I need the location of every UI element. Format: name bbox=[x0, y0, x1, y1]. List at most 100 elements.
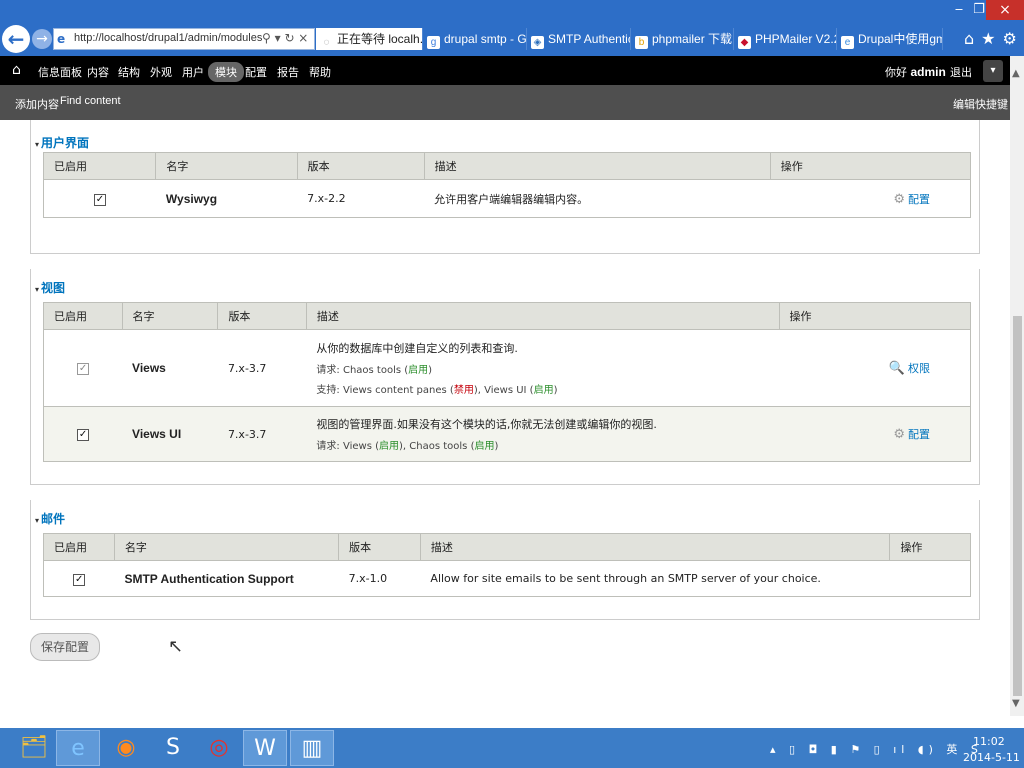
collapse-triangle-icon[interactable]: ▾ bbox=[35, 140, 39, 149]
gear-icon: ⚙ bbox=[893, 427, 905, 442]
module-description: 从你的数据库中创建自定义的列表和查询. bbox=[316, 342, 518, 355]
column-header-enabled: 已启用 bbox=[42, 152, 157, 180]
forward-button[interactable]: → bbox=[32, 29, 52, 49]
browser-tab[interactable]: ◌ 正在等待 localh... bbox=[316, 28, 423, 50]
table-header-row: 已启用 名字 版本 描述 操作 bbox=[43, 533, 971, 561]
toolbar-menu-item[interactable]: 信息面板 bbox=[38, 64, 82, 80]
section-legend[interactable]: ▾ 视图 bbox=[35, 279, 65, 296]
toggle-shortcuts-button[interactable]: ▾ bbox=[983, 60, 1003, 82]
back-button[interactable]: ← bbox=[2, 25, 30, 53]
column-header-name: 名字 bbox=[113, 533, 340, 561]
column-header-version: 版本 bbox=[296, 152, 425, 180]
browser-tab[interactable]: ◈ SMTP Authenticat... bbox=[527, 28, 631, 50]
column-header-description: 描述 bbox=[423, 152, 771, 180]
dependent-status: 启用 bbox=[533, 385, 554, 396]
section-title[interactable]: 邮件 bbox=[41, 512, 65, 526]
module-enabled-checkbox[interactable]: ✓ bbox=[77, 429, 90, 441]
shortcut-find-content[interactable]: Find content bbox=[60, 95, 121, 107]
browser-tab[interactable]: b phpmailer 下载 2... bbox=[631, 28, 734, 50]
module-requires: 请求: Chaos tools (启用) bbox=[316, 365, 433, 376]
modules-table: 已启用 名字 版本 描述 操作 ✓ SMTP Authentication Support 7… bbox=[43, 533, 971, 597]
operation-link[interactable]: ⚙ 配置 bbox=[893, 427, 930, 442]
toolbar-menu-item[interactable]: 配置 bbox=[245, 64, 267, 80]
column-header-operations: 操作 bbox=[778, 302, 972, 330]
section-title[interactable]: 用户界面 bbox=[41, 136, 89, 150]
home-icon[interactable]: ⌂ bbox=[12, 62, 21, 78]
operation-label: 配置 bbox=[908, 192, 930, 206]
tab-label: SMTP Authenticat... bbox=[548, 32, 630, 46]
toolbar-menu-item[interactable]: 外观 bbox=[150, 64, 172, 80]
module-name: Views bbox=[132, 361, 166, 375]
module-supports: 支持: Views content panes (禁用), Views UI (… bbox=[316, 385, 558, 396]
system-tray[interactable]: ▴ ▯ ◘ ▮ ⚑ ▯ ıl ◖) 英 S bbox=[770, 741, 983, 757]
section-title[interactable]: 视图 bbox=[41, 281, 65, 295]
skype-icon[interactable]: S bbox=[151, 730, 195, 766]
toolbar-menu-item[interactable]: 模块 bbox=[208, 62, 244, 82]
close-window-button[interactable]: × bbox=[986, 0, 1024, 20]
collapse-triangle-icon[interactable]: ▾ bbox=[35, 285, 39, 294]
table-row: ✓ Wysiwyg 7.x-2.2 允许用客户端编辑器编辑内容。 ⚙ 配置 bbox=[42, 179, 972, 218]
toolbar-menu-item[interactable]: 帮助 bbox=[309, 64, 331, 80]
module-enabled-checkbox[interactable]: ✓ bbox=[73, 573, 86, 586]
save-configuration-button[interactable]: 保存配置 bbox=[30, 633, 100, 661]
column-header-name: 名字 bbox=[155, 152, 298, 180]
username-link[interactable]: admin bbox=[911, 65, 946, 79]
tab-label: PHPMailer V2.2.1... bbox=[755, 32, 836, 46]
gear-icon: ⚙ bbox=[893, 191, 905, 207]
operation-link[interactable]: ⚙ 配置 bbox=[893, 191, 930, 207]
column-header-description: 描述 bbox=[419, 533, 891, 561]
section-legend[interactable]: ▾ 用户界面 bbox=[35, 134, 89, 151]
toolbar-menu-item[interactable]: 结构 bbox=[118, 64, 140, 80]
scroll-down-icon[interactable]: ▼ bbox=[1012, 698, 1020, 709]
description-cell: 视图的管理界面.如果没有这个模块的话,你就无法创建或编辑你的视图. 请求: Vie… bbox=[306, 406, 780, 462]
minimize-button[interactable]: ‒ bbox=[950, 0, 968, 20]
module-name: Views UI bbox=[132, 427, 182, 441]
clock-time[interactable]: 11:02 bbox=[973, 735, 1005, 748]
internet-explorer-icon[interactable]: e bbox=[56, 730, 100, 766]
address-url[interactable]: http://localhost/drupal1/admin/modules bbox=[74, 32, 262, 44]
module-name: Wysiwyg bbox=[165, 191, 218, 206]
edit-shortcuts-link[interactable]: 编辑快捷键 bbox=[953, 96, 1008, 112]
address-bar[interactable]: e http://localhost/drupal1/admin/modules… bbox=[53, 28, 315, 50]
address-tools[interactable]: ⚲ ▾ ↻ × bbox=[262, 31, 308, 45]
browser-tab[interactable]: g drupal smtp - Go... bbox=[423, 28, 527, 50]
word-icon[interactable]: W bbox=[243, 730, 287, 766]
operations-cell: ⚙ 配置 bbox=[779, 406, 972, 462]
scroll-up-icon[interactable]: ▲ bbox=[1012, 68, 1020, 79]
module-requires: 请求: Views (启用), Chaos tools (启用) bbox=[316, 441, 499, 452]
page-scrollbar[interactable]: ▲ ▼ bbox=[1010, 56, 1024, 716]
collapse-triangle-icon[interactable]: ▾ bbox=[35, 516, 39, 525]
section-legend[interactable]: ▾ 邮件 bbox=[35, 510, 65, 527]
admin-toolbar: ⌂ 信息面板 内容 结构 外观 用户 模块 配置 报告 帮助 你好 admin 退出 ▾ bbox=[0, 56, 1010, 85]
toolbar-menu-item[interactable]: 用户 bbox=[182, 64, 204, 80]
mouse-cursor-icon: ↖ bbox=[168, 636, 184, 657]
requires-label: 请求: bbox=[316, 365, 340, 376]
modules-table: 已启用 名字 版本 描述 操作 ✓ Wysiwyg 7.x-2.2 允许用客户端编辑器编辑内容。… bbox=[42, 152, 972, 218]
module-enabled-checkbox[interactable]: ✓ bbox=[93, 193, 106, 206]
browser-tab[interactable]: e Drupal中使用gma... bbox=[837, 28, 943, 50]
operation-link[interactable]: 🔍 权限 bbox=[888, 361, 930, 376]
scrollbar-thumb[interactable] bbox=[1013, 316, 1022, 696]
description-cell: 允许用客户端编辑器编辑内容。 bbox=[424, 179, 771, 218]
browser-tab[interactable]: ◆ PHPMailer V2.2.1... bbox=[734, 28, 837, 50]
key-icon: 🔍 bbox=[888, 361, 905, 376]
firefox-icon[interactable]: ◉ bbox=[104, 730, 148, 766]
logout-link[interactable]: 退出 bbox=[950, 64, 972, 80]
column-header-description: 描述 bbox=[305, 302, 780, 330]
project-app-icon[interactable]: ▥ bbox=[290, 730, 334, 766]
column-header-name: 名字 bbox=[121, 302, 219, 330]
enabled-cell: ✓ bbox=[43, 329, 123, 407]
toolbar-menu-item[interactable]: 报告 bbox=[277, 64, 299, 80]
chrome-icon[interactable]: ◎ bbox=[197, 730, 241, 766]
file-explorer-icon[interactable]: 🗂 bbox=[12, 730, 56, 766]
operation-label: 配置 bbox=[908, 428, 930, 441]
description-cell: 从你的数据库中创建自定义的列表和查询. 请求: Chaos tools (启用) 支… bbox=[306, 329, 780, 407]
browser-tools-icons[interactable]: ⌂★⚙ bbox=[964, 29, 1024, 48]
table-header-row: 已启用 名字 版本 描述 操作 bbox=[43, 302, 972, 330]
shortcut-add-content[interactable]: 添加内容 bbox=[15, 96, 59, 112]
name-cell: Views bbox=[122, 329, 218, 407]
toolbar-menu-item[interactable]: 内容 bbox=[87, 64, 109, 80]
module-version: 7.x-1.0 bbox=[338, 560, 421, 597]
table-row: ✓ Views 7.x-3.7 从你的数据库中创建自定义的列表和查询. 请求: Chao… bbox=[43, 329, 972, 407]
clock-date[interactable]: 2014-5-11 bbox=[963, 751, 1020, 764]
